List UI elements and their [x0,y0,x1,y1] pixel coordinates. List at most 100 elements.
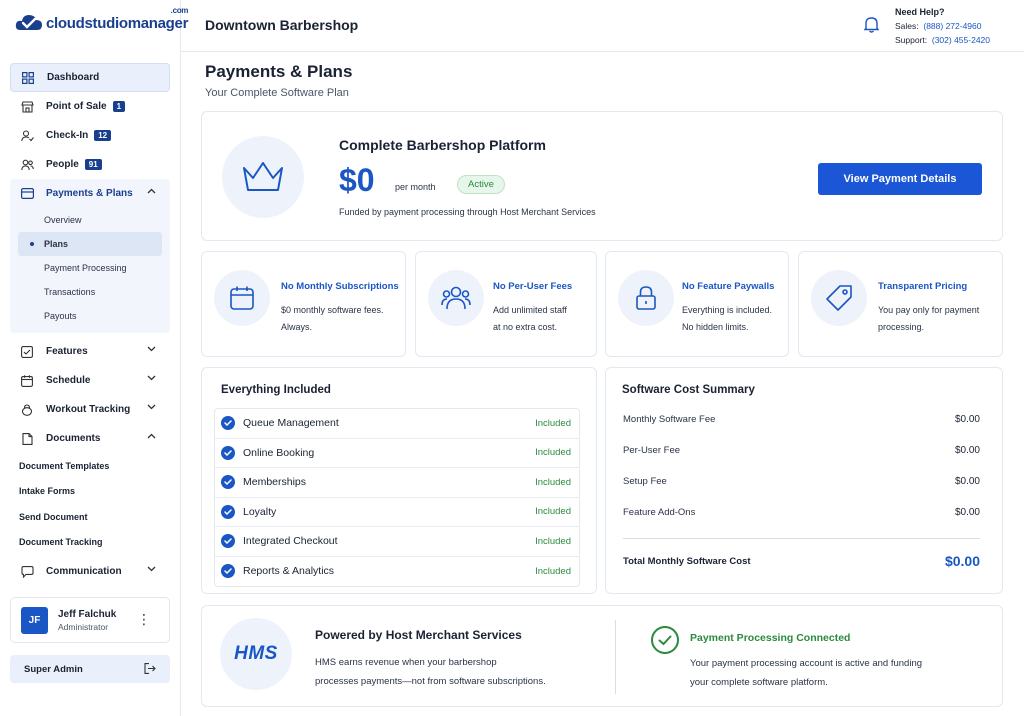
sidebar-item-check-in[interactable]: Check-In 12 [10,121,170,150]
sidebar-item-label: Payments & Plans [46,188,133,199]
sidebar-subitem-intake-forms[interactable]: Intake Forms [10,479,170,505]
included-item-label: Queue Management [243,417,339,430]
included-status: Included [535,447,571,459]
summary-row: Per-User Fee $0.00 [623,445,980,456]
avatar: JF [21,606,48,634]
included-status: Included [535,417,571,429]
sidebar-item-dashboard[interactable]: Dashboard [10,63,170,92]
view-payment-details-button[interactable]: View Payment Details [818,163,982,195]
support-label: Support: [895,35,928,45]
included-list: Queue Management Included Online Booking In… [214,408,580,587]
sidebar-subitem-payouts[interactable]: Payouts [18,304,162,328]
check-circle-icon [221,416,235,431]
shop-name: Downtown Barbershop [205,17,359,33]
sidebar: cloudstudiomanager .com Dashboard Point o… [0,0,188,716]
sidebar-subitem-document-templates[interactable]: Document Templates [10,453,170,479]
sidebar-item-documents[interactable]: Documents [10,424,170,453]
total-value: $0.00 [944,553,980,569]
sidebar-subitem-plans[interactable]: Plans [18,232,162,256]
cloud-logo-icon [15,15,42,30]
sidebar-item-schedule[interactable]: Schedule [10,366,170,395]
included-item-label: Memberships [243,476,307,489]
super-admin-label: Super Admin [24,663,83,675]
sidebar-subitem-overview[interactable]: Overview [18,208,162,232]
store-icon [20,100,34,114]
page-subtitle: Your Complete Software Plan [205,87,349,99]
sidebar-item-payments-plans[interactable]: Payments & Plans [10,179,170,208]
plan-title: Complete Barbershop Platform [339,137,546,153]
section-title: Software Cost Summary [622,384,755,396]
more-vertical-icon[interactable]: ⋮ [137,612,151,626]
included-row: Integrated Checkout Included [215,527,579,557]
feature-title: No Per-User Fees [493,281,573,292]
sidebar-item-label: Documents [46,433,101,444]
kettlebell-icon [20,403,34,417]
logout-icon [144,663,156,674]
sidebar-item-point-of-sale[interactable]: Point of Sale 1 [10,92,170,121]
credit-card-icon [20,187,34,201]
sidebar-subitem-document-tracking[interactable]: Document Tracking [10,530,170,556]
sidebar-item-label: Workout Tracking [46,404,131,415]
page-title: Payments & Plans [205,62,353,81]
included-status: Included [535,535,571,547]
people-icon [20,158,34,172]
support-phone[interactable]: (302) 455-2420 [932,35,990,45]
sidebar-item-workout-tracking[interactable]: Workout Tracking [10,395,170,424]
checkbox-icon [20,345,34,359]
user-check-icon [20,129,34,143]
chevron-down-icon [147,346,156,352]
check-circle-icon [221,534,235,549]
summary-total: Total Monthly Software Cost $0.00 [623,553,980,569]
count-badge: 12 [94,130,112,141]
feature-title: No Feature Paywalls [682,281,775,292]
sales-label: Sales: [895,21,919,31]
help-contact: Need Help? Sales: (888) 272-4960 Support… [895,5,990,47]
plan-price: $0 [339,162,375,198]
sidebar-subitem-send-document[interactable]: Send Document [10,504,170,530]
summary-row: Feature Add-Ons $0.00 [623,507,980,518]
included-status: Included [535,565,571,577]
count-badge: 91 [84,159,102,170]
status-badge: Active [457,175,505,194]
included-row: Queue Management Included [215,409,579,439]
feature-description: $0 monthly software fees. Always. [281,305,384,332]
included-row: Reports & Analytics Included [215,557,579,587]
included-status: Included [535,506,571,518]
bell-icon[interactable] [864,16,879,33]
sidebar-item-communication[interactable]: Communication [10,557,170,586]
help-title: Need Help? [895,7,945,17]
divider [615,620,616,694]
sales-phone[interactable]: (888) 272-4960 [923,21,981,31]
top-bar: Downtown Barbershop Need Help? Sales: (8… [181,0,1024,52]
connected-title: Payment Processing Connected [690,632,851,644]
sidebar-item-label: Schedule [46,375,91,386]
funding-note: Funded by payment processing through Hos… [339,207,596,217]
sidebar-item-label: Dashboard [47,72,100,83]
plan-card: Complete Barbershop Platform $0 per mont… [201,111,1003,241]
tag-icon [811,270,867,326]
feature-card: No Feature Paywalls Everything is includ… [605,251,789,357]
calendar-icon [20,374,34,388]
powered-description: HMS earns revenue when your barbershop pr… [315,657,546,687]
included-item-label: Integrated Checkout [243,535,338,548]
sidebar-item-label: Point of Sale [46,101,107,112]
divider [623,538,980,539]
super-admin-button[interactable]: Super Admin [10,655,170,683]
crown-icon [222,136,304,218]
feature-title: Transparent Pricing [878,281,968,292]
feature-description: You pay only for payment processing. [878,305,980,332]
powered-by-card: HMS Powered by Host Merchant Services HM… [201,605,1003,707]
sidebar-item-people[interactable]: People 91 [10,150,170,179]
sidebar-item-features[interactable]: Features [10,337,170,366]
sidebar-subitem-transactions[interactable]: Transactions [18,280,162,304]
calendar-icon [214,270,270,326]
chat-icon [20,565,34,579]
brand-logo[interactable]: cloudstudiomanager .com [14,6,188,34]
feature-description: Add unlimited staff at no extra cost. [493,305,567,332]
payments-plans-group: Payments & Plans Overview Plans Payment … [10,179,170,333]
sidebar-item-label: Check-In [46,130,89,141]
included-row: Memberships Included [215,468,579,498]
sidebar-subitem-payment-processing[interactable]: Payment Processing [18,256,162,280]
user-card[interactable]: JF Jeff Falchuk Administrator ⋮ [10,597,170,643]
feature-card: Transparent Pricing You pay only for pay… [798,251,1003,357]
